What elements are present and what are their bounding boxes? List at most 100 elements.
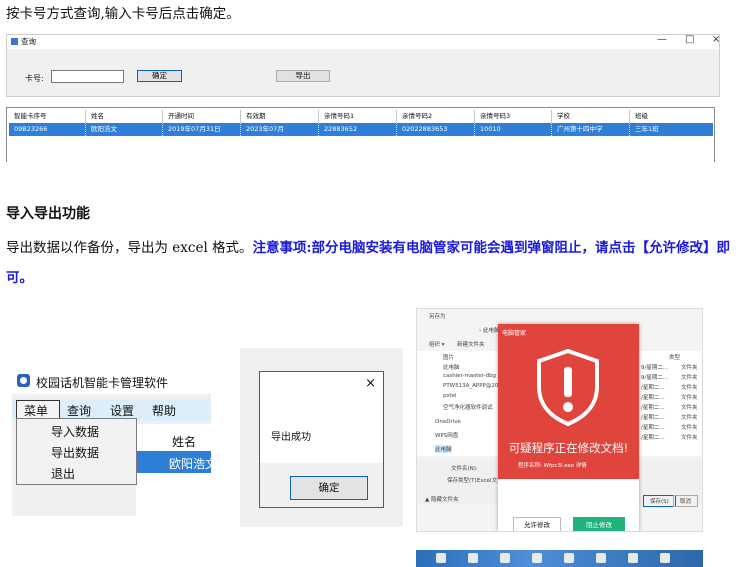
section-title: 导入导出功能 (6, 206, 90, 222)
grid-header-row: 智能卡序号 姓名 开通时间 有效期 亲情号码1 亲情号码2 亲情号码3 学校 班… (9, 110, 713, 123)
grid-cell[interactable]: 22883652 (319, 123, 397, 136)
popup-message: 可疑程序正在修改文档! (508, 441, 629, 455)
taskbar-icon[interactable] (500, 553, 510, 563)
ok-button[interactable]: 确定 (290, 476, 368, 500)
popup-banner: 电脑管家 可疑程序正在修改文档! 程序名称: Wfpc3l.exe 详情 (498, 324, 639, 479)
list-item[interactable]: 文件夹 (681, 413, 698, 421)
grid-header-name: 姓名 (172, 435, 197, 449)
list-item[interactable]: 文件夹 (681, 393, 698, 401)
grid-cell[interactable]: 10010 (475, 123, 552, 136)
import-data-item[interactable]: 导入数据 (51, 423, 99, 440)
taskbar-icon[interactable] (660, 553, 670, 563)
grid-cell[interactable]: 2023年07月 (241, 123, 319, 136)
taskbar-icon[interactable] (532, 553, 542, 563)
close-button[interactable]: × (712, 34, 720, 45)
list-header: 类型 (669, 355, 681, 361)
menu-item-settings[interactable]: 设置 (110, 402, 134, 419)
sidebar-item[interactable]: PTW513A_APPP@2019 (443, 383, 505, 389)
export-button[interactable]: 导出 (276, 70, 330, 82)
taskbar-icon[interactable] (468, 553, 478, 563)
grid-cell[interactable]: 2019年07月31日 (163, 123, 241, 136)
list-item[interactable]: 文件夹 (681, 373, 698, 381)
list-item[interactable]: 文件夹 (681, 383, 698, 391)
sidebar-item[interactable]: 此电脑 (443, 363, 460, 371)
grid-header-cell[interactable]: 开通时间 (163, 110, 241, 123)
grid-cell[interactable]: 02022883653 (397, 123, 475, 136)
sidebar-item[interactable]: cashier-master-dbg (443, 373, 496, 379)
sidebar-item[interactable]: WPS网盘 (435, 431, 458, 439)
grid-selected-row[interactable]: 欧阳浩文 (136, 451, 211, 473)
taskbar-icon[interactable] (596, 553, 606, 563)
grid-header-cell[interactable]: 姓名 (86, 110, 163, 123)
dialog-content: × 导出成功 (260, 372, 383, 463)
grid-cell[interactable]: 广州第十四中学 (552, 123, 630, 136)
dialog-message: 导出成功 (271, 432, 311, 443)
intro-text: 按卡号方式查询,输入卡号后点击确定。 (6, 6, 240, 22)
export-data-item[interactable]: 导出数据 (51, 444, 99, 461)
list-date: /星期二... (641, 425, 665, 431)
query-window: 查询 — □ × 卡号: 确定 导出 (6, 34, 720, 97)
file-name-label: 文件名(N): (451, 466, 478, 472)
grid-header-cell[interactable]: 亲情号码1 (319, 110, 397, 123)
close-icon[interactable]: × (365, 376, 376, 391)
list-item[interactable]: 文件夹 (681, 433, 698, 441)
sidebar-item[interactable]: 此电脑 (435, 445, 452, 453)
menu-item-query[interactable]: 查询 (67, 402, 91, 419)
menu-item-menu[interactable]: 菜单 (24, 402, 48, 419)
security-screenshot: 另存为 › 此电脑 › 组织 ▾ 新建文件夹 图片 此电脑 cashier-ma… (416, 308, 703, 532)
export-success-dialog: × 导出成功 确定 (259, 371, 384, 508)
export-paragraph: 导出数据以作备份，导出为 excel 格式。注意事项:部分电脑安装有电脑管家可能… (6, 233, 732, 293)
saveas-file-list: 类型 9/星期二... 9/星期二... /星期二... /星期二... /星期… (639, 351, 702, 456)
table-row[interactable]: 09B23266 欧阳浩文 2019年07月31日 2023年07月 22883… (9, 123, 713, 136)
file-type-label: 保存类型(T): (447, 478, 479, 484)
taskbar-icon[interactable] (564, 553, 574, 563)
cancel-button[interactable]: 取消 (673, 495, 699, 507)
sidebar-item[interactable]: 空气净化器软件调试 (443, 403, 493, 411)
grid-header-cell[interactable]: 有效期 (241, 110, 319, 123)
list-date: 9/星期二... (641, 375, 669, 381)
grid-selected-name: 欧阳浩文 (169, 457, 211, 471)
list-date: /星期二... (641, 395, 665, 401)
allow-modify-button[interactable]: 允许修改 (513, 517, 561, 531)
taskbar-icon[interactable] (436, 553, 446, 563)
grid-cell[interactable]: 09B23266 (9, 123, 86, 136)
saveas-sidebar: 图片 此电脑 cashier-master-dbg PTW513A_APPP@2… (417, 351, 505, 456)
grid-cell[interactable]: 欧阳浩文 (86, 123, 163, 136)
grid-header-cell[interactable]: 亲情号码3 (475, 110, 552, 123)
list-date: /星期二... (641, 385, 665, 391)
app-logo-icon (17, 374, 30, 387)
maximize-button[interactable]: □ (685, 34, 694, 45)
sidebar-item[interactable]: OneDrive (435, 419, 461, 425)
query-window-title: 查询 (21, 37, 36, 46)
taskbar-icon[interactable] (628, 553, 638, 563)
card-data-grid: 智能卡序号 姓名 开通时间 有效期 亲情号码1 亲情号码2 亲情号码3 学校 班… (6, 107, 715, 162)
saveas-title: 另存为 (429, 314, 446, 320)
menu-app-titlebar: 校园话机智能卡管理软件 (12, 367, 211, 394)
save-button[interactable]: 保存(S) (643, 495, 676, 507)
grid-cell[interactable]: 三年1班 (630, 123, 714, 136)
exit-item[interactable]: 退出 (51, 465, 75, 482)
confirm-button[interactable]: 确定 (137, 70, 182, 82)
sidebar-item[interactable]: pstel (443, 393, 456, 399)
list-date: /星期二... (641, 415, 665, 421)
menu-item-help[interactable]: 帮助 (152, 402, 176, 419)
minimize-button[interactable]: — (657, 34, 667, 45)
block-modify-button[interactable]: 阻止修改 (573, 517, 625, 531)
list-item[interactable]: 文件夹 (681, 363, 698, 371)
grid-header-cell[interactable]: 亲情号码2 (397, 110, 475, 123)
sidebar-item[interactable]: 图片 (443, 353, 454, 361)
popup-header: 电脑管家 (502, 330, 527, 337)
card-number-input[interactable] (51, 70, 124, 83)
organize-button[interactable]: 组织 ▾ (429, 340, 445, 348)
query-window-titlebar: 查询 — □ × (7, 34, 720, 49)
hide-folders-toggle[interactable]: ▲ 隐藏文件夹 (425, 495, 458, 503)
grid-header-cell[interactable]: 智能卡序号 (9, 110, 86, 123)
list-item[interactable]: 文件夹 (681, 423, 698, 431)
warning-shield-icon (537, 348, 599, 427)
new-folder-button[interactable]: 新建文件夹 (457, 340, 485, 348)
grid-header-cell[interactable]: 学校 (552, 110, 630, 123)
grid-header-cell[interactable]: 班级 (630, 110, 714, 123)
list-date: 9/星期二... (641, 365, 669, 371)
list-item[interactable]: 文件夹 (681, 403, 698, 411)
security-popup: 电脑管家 可疑程序正在修改文档! 程序名称: Wfpc3l.exe 详情 允许修… (498, 324, 639, 531)
